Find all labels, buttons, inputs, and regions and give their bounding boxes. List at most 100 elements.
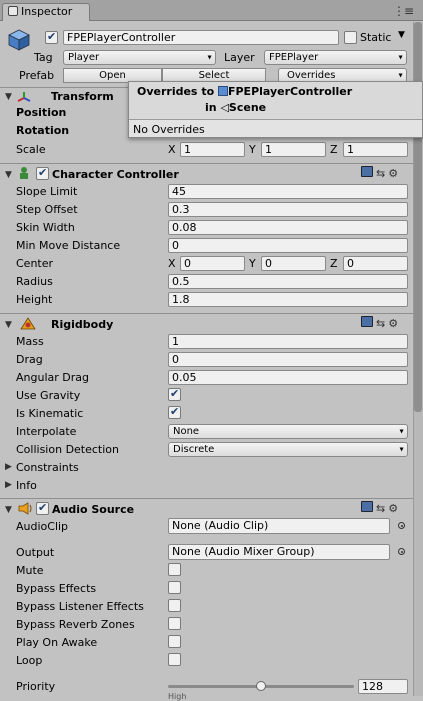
output-picker-icon[interactable] [398,548,405,555]
tab-inspector-label: Inspector [21,5,73,18]
scale-x-field[interactable]: 1 [180,142,245,157]
output-label: Output [16,546,55,559]
slope-limit-field[interactable]: 45 [168,184,408,199]
help-book-icon[interactable] [361,316,373,327]
character-controller-enabled-checkbox[interactable] [36,166,49,180]
help-book-icon[interactable] [361,501,373,512]
gear-icon[interactable]: ⚙ [388,502,398,515]
info-foldout-icon[interactable]: ▶ [5,480,12,490]
active-checkbox[interactable] [45,30,58,44]
position-label: Position [16,106,67,119]
character-controller-header-icons: ⇆ ⚙ [361,166,401,180]
audioclip-label: AudioClip [16,520,69,533]
is-kinematic-checkbox[interactable] [168,405,181,419]
mute-label: Mute [16,564,44,577]
center-y-label[interactable]: Y [249,257,256,270]
tab-inspector[interactable]: Inspector [2,3,90,21]
angular-drag-field[interactable]: 0.05 [168,370,408,385]
static-dropdown-icon[interactable]: ▼ [398,30,405,40]
scale-z-field[interactable]: 1 [343,142,408,157]
mute-checkbox[interactable] [168,563,181,576]
loop-label: Loop [16,654,43,667]
output-field[interactable]: None (Audio Mixer Group) [168,544,390,560]
play-on-awake-checkbox[interactable] [168,635,181,648]
scale-label: Scale [16,143,46,156]
popup-line2-prefix: in [205,101,217,114]
interpolate-dropdown[interactable]: None [168,424,408,439]
character-controller-icon [17,167,32,180]
preset-icon[interactable]: ⇆ [376,317,385,330]
audio-source-enabled-checkbox[interactable] [36,501,49,515]
center-y-field[interactable]: 0 [261,256,326,271]
bypass-reverb-zones-checkbox[interactable] [168,617,181,630]
center-label: Center [16,257,54,270]
audio-source-foldout-icon[interactable]: ▼ [5,505,12,515]
constraints-label[interactable]: Constraints [16,461,79,474]
bypass-effects-label: Bypass Effects [16,582,97,595]
transform-title: Transform [51,90,114,103]
center-z-label[interactable]: Z [330,257,338,270]
angular-drag-label: Angular Drag [16,371,89,384]
skin-width-field[interactable]: 0.08 [168,220,408,235]
panel-menu-icon[interactable]: ⋮≡ [393,4,414,18]
scene-icon: ◁ [220,101,229,114]
info-label[interactable]: Info [16,479,37,492]
audio-source-icon [18,502,33,515]
height-label: Height [16,293,53,306]
drag-field[interactable]: 0 [168,352,408,367]
preset-icon[interactable]: ⇆ [376,167,385,180]
is-kinematic-label: Is Kinematic [16,407,84,420]
bypass-reverb-zones-label: Bypass Reverb Zones [16,618,135,631]
object-name-field[interactable]: FPEPlayerController [63,30,339,45]
prefab-cube-icon [217,86,228,96]
gear-icon[interactable]: ⚙ [388,167,398,180]
radius-label: Radius [16,275,53,288]
scale-y-label[interactable]: Y [249,143,256,156]
center-x-field[interactable]: 0 [180,256,245,271]
tag-label: Tag [34,51,53,64]
interpolate-label: Interpolate [16,425,77,438]
priority-slider-handle[interactable] [256,681,266,691]
center-z-field[interactable]: 0 [343,256,408,271]
step-offset-field[interactable]: 0.3 [168,202,408,217]
collision-detection-dropdown[interactable]: Discrete [168,442,408,457]
inspector-icon [8,6,18,16]
character-controller-foldout-icon[interactable]: ▼ [5,170,12,180]
transform-foldout-icon[interactable]: ▼ [5,92,12,102]
preset-icon[interactable]: ⇆ [376,502,385,515]
collision-detection-label: Collision Detection [16,443,120,456]
scale-z-label[interactable]: Z [330,143,338,156]
mass-field[interactable]: 1 [168,334,408,349]
audioclip-field[interactable]: None (Audio Clip) [168,518,390,534]
inspector-tab-bar: Inspector ⋮≡ [0,0,423,21]
popup-no-overrides: No Overrides [133,123,205,136]
gear-icon[interactable]: ⚙ [388,317,398,330]
min-move-distance-field[interactable]: 0 [168,238,408,253]
transform-icon [17,90,31,102]
constraints-foldout-icon[interactable]: ▶ [5,462,12,472]
static-checkbox[interactable] [344,31,357,44]
loop-checkbox[interactable] [168,653,181,666]
layer-label: Layer [224,51,255,64]
bypass-effects-checkbox[interactable] [168,581,181,594]
audioclip-picker-icon[interactable] [398,522,405,529]
mass-label: Mass [16,335,44,348]
scale-x-label[interactable]: X [168,143,176,156]
character-controller-title: Character Controller [52,168,179,181]
radius-field[interactable]: 0.5 [168,274,408,289]
layer-dropdown[interactable]: FPEPlayer [264,50,407,65]
tag-dropdown[interactable]: Player [63,50,216,65]
popup-line2: in ◁Scene [205,101,266,114]
rigidbody-divider [0,498,413,499]
scale-y-field[interactable]: 1 [261,142,326,157]
use-gravity-checkbox[interactable] [168,387,181,401]
bypass-listener-effects-checkbox[interactable] [168,599,181,612]
help-book-icon[interactable] [361,166,373,177]
use-gravity-label: Use Gravity [16,389,81,402]
priority-field[interactable]: 128 [358,679,408,694]
height-field[interactable]: 1.8 [168,292,408,307]
rigidbody-foldout-icon[interactable]: ▼ [5,320,12,330]
rigidbody-title: Rigidbody [51,318,114,331]
character-controller-divider [0,313,413,314]
center-x-label[interactable]: X [168,257,176,270]
